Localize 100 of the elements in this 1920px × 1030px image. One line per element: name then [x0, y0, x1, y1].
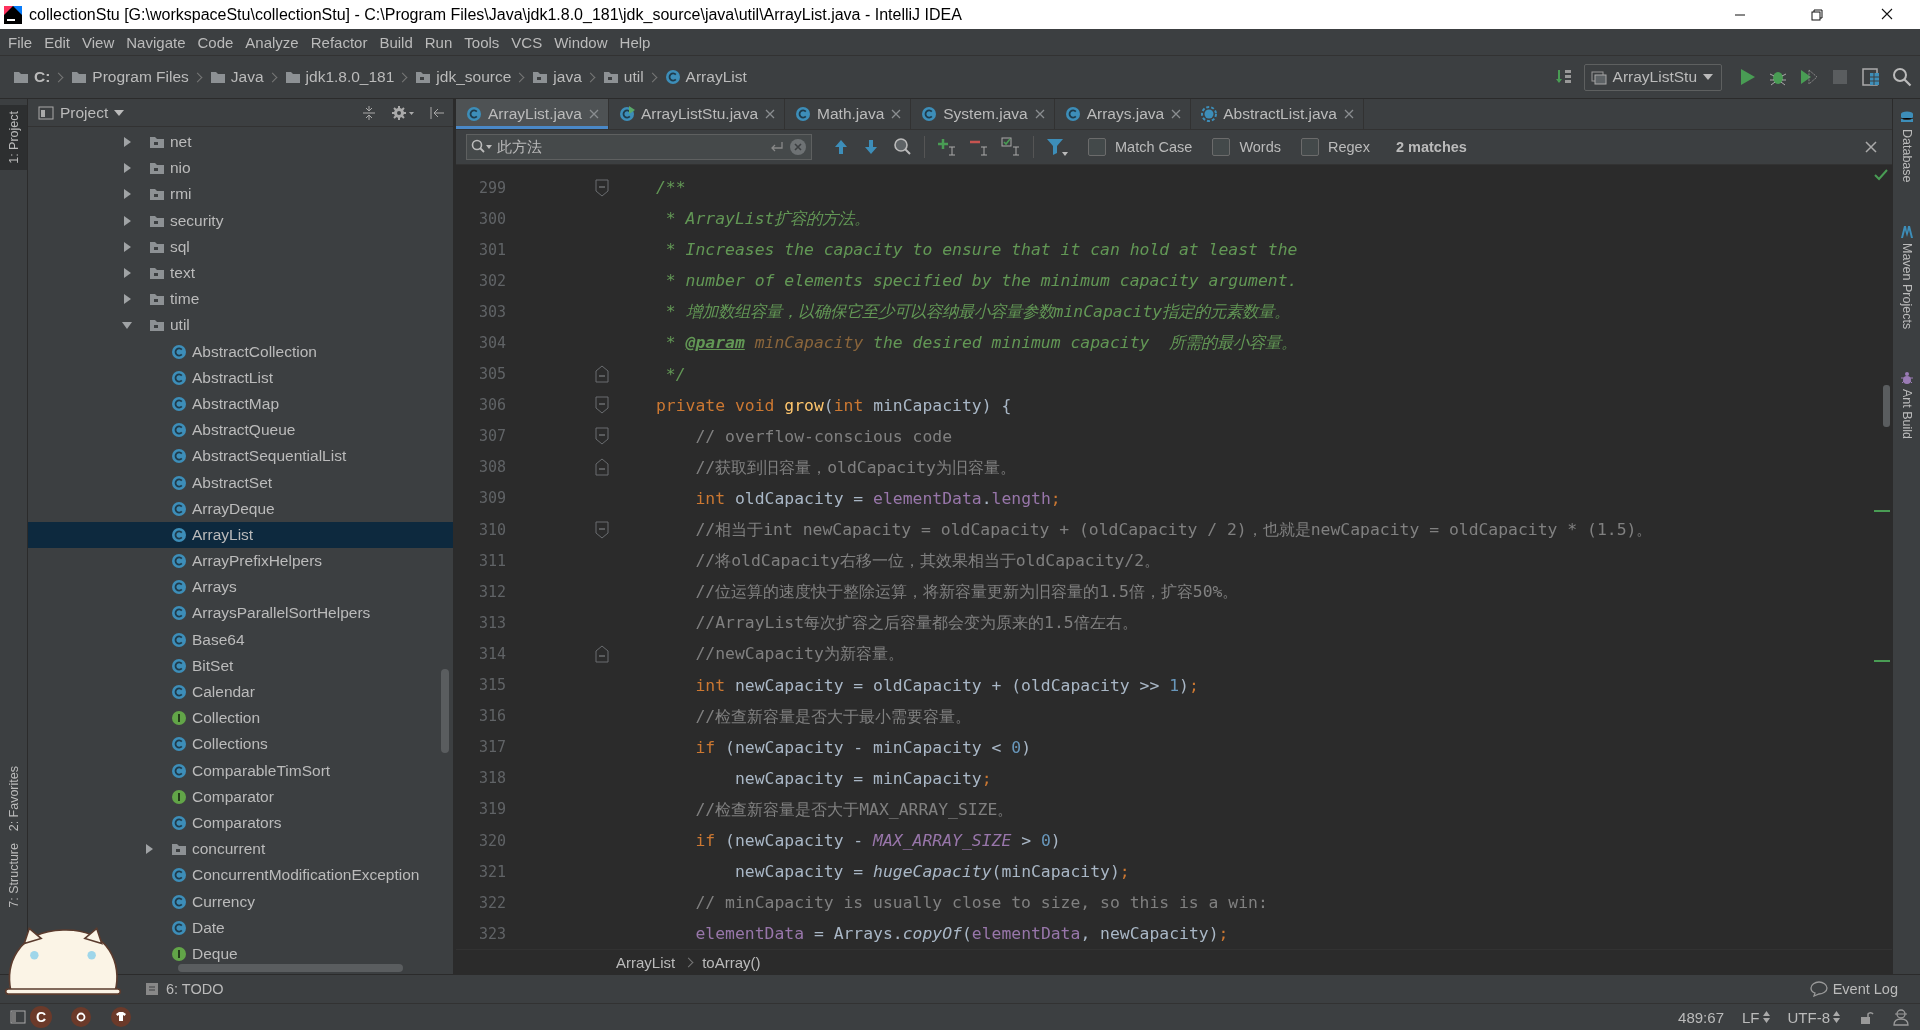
fold-icon[interactable]	[595, 396, 609, 415]
menu-item[interactable]: Build	[373, 33, 419, 51]
tree-item[interactable]: time	[121, 286, 453, 313]
path-segment[interactable]: jdk_source	[412, 68, 515, 86]
editor-tab[interactable]: Arrays.java	[1054, 99, 1192, 129]
add-occurrence-icon[interactable]	[937, 137, 957, 157]
menu-item[interactable]: Edit	[38, 33, 77, 51]
tree-item[interactable]: Date	[143, 914, 453, 941]
tool-window-tab[interactable]: Ant Build	[1893, 364, 1920, 445]
tree-item[interactable]: AbstractCollection	[143, 338, 453, 365]
unfold-icon[interactable]	[595, 644, 609, 663]
tree-item[interactable]: nio	[121, 155, 453, 182]
tree-item[interactable]: sql	[121, 233, 453, 260]
collapse-arrow-icon[interactable]	[121, 267, 133, 280]
menu-item[interactable]: VCS	[505, 33, 549, 51]
tree-item[interactable]: AbstractQueue	[143, 417, 453, 444]
tool-windows-icon[interactable]	[10, 1009, 26, 1025]
path-segment[interactable]: jdk1.8.0_181	[281, 68, 398, 86]
close-icon[interactable]	[890, 108, 903, 120]
tool-window-tab[interactable]: 7: Structure	[0, 837, 27, 914]
tree-item[interactable]: Deque	[143, 940, 453, 967]
collapse-arrow-icon[interactable]	[121, 162, 133, 175]
sort-icon[interactable]	[1554, 68, 1573, 86]
fold-icon[interactable]	[595, 520, 609, 539]
tree-item[interactable]: Collection	[143, 705, 453, 732]
tool-window-tab[interactable]: Database	[1893, 105, 1920, 189]
menu-item[interactable]: Navigate	[120, 33, 192, 51]
filter-icon[interactable]	[1046, 137, 1068, 157]
tree-item[interactable]: Arrays	[143, 574, 453, 601]
unfold-icon[interactable]	[595, 458, 609, 477]
collapse-arrow-icon[interactable]	[121, 188, 133, 201]
tree-item[interactable]: AbstractMap	[143, 390, 453, 418]
line-separator-selector[interactable]: LF	[1742, 1008, 1770, 1026]
tree-item[interactable]: AbstractList	[143, 364, 453, 391]
menu-item[interactable]: Window	[548, 33, 614, 51]
breadcrumb[interactable]: ArrayList	[616, 953, 676, 971]
path-segment[interactable]: ArrayList	[661, 68, 750, 86]
tree-item[interactable]: rmi	[121, 181, 453, 208]
lock-icon[interactable]	[1858, 1009, 1874, 1025]
tool-window-tab[interactable]: 1: Project	[0, 105, 27, 170]
encoding-selector[interactable]: UTF-8	[1787, 1008, 1840, 1026]
project-structure-icon[interactable]	[1861, 67, 1881, 87]
search-history-icon[interactable]	[471, 139, 493, 155]
editor-tab[interactable]: Math.java	[785, 99, 912, 129]
menu-item[interactable]: Code	[191, 33, 240, 51]
tree-item[interactable]: security	[121, 207, 453, 234]
close-icon[interactable]	[764, 108, 777, 120]
collapse-arrow-icon[interactable]	[121, 214, 133, 227]
tree-item[interactable]: Comparator	[143, 783, 453, 810]
tree-item[interactable]: concurrent	[143, 836, 453, 863]
run-configuration-dropdown[interactable]: ArrayListStu	[1583, 63, 1722, 91]
editor-tab[interactable]: ArrayListStu.java	[608, 99, 786, 129]
tree-item[interactable]: AbstractSequentialList	[143, 443, 453, 470]
collapse-arrow-icon[interactable]	[121, 293, 133, 306]
select-all-occurrences-icon[interactable]	[1001, 137, 1021, 157]
checkbox-option[interactable]: Regex	[1301, 138, 1370, 156]
collapse-all-icon[interactable]	[361, 104, 377, 121]
scrollbar-thumb[interactable]	[1883, 385, 1890, 427]
hide-icon[interactable]	[429, 104, 445, 121]
collapse-arrow-icon[interactable]	[143, 843, 155, 856]
clear-icon[interactable]	[789, 138, 807, 156]
tree-item[interactable]: net	[121, 129, 453, 156]
ring-icon[interactable]	[70, 1006, 92, 1028]
editor-tab[interactable]: AbstractList.java	[1191, 99, 1364, 129]
menu-item[interactable]: File	[2, 33, 39, 51]
coverage-icon[interactable]	[1799, 67, 1819, 87]
tool-window-tab[interactable]: 2: Favorites	[0, 760, 27, 838]
tool-window-tab[interactable]: Maven Projects	[1893, 218, 1920, 335]
path-segment[interactable]: Java	[206, 68, 267, 86]
checkbox-option[interactable]: Words	[1212, 138, 1281, 156]
close-icon[interactable]	[1033, 108, 1046, 120]
collapse-arrow-icon[interactable]	[121, 240, 133, 253]
close-icon[interactable]	[587, 108, 600, 120]
tree-item[interactable]: ArrayList	[28, 521, 453, 548]
tool-window-button[interactable]: Event Log	[1809, 981, 1898, 997]
tree-item[interactable]: Calendar	[143, 678, 453, 706]
arrow-up-icon[interactable]	[832, 138, 850, 156]
scrollbar-thumb[interactable]	[441, 669, 449, 753]
path-segment[interactable]: C:	[10, 68, 54, 86]
tree-item[interactable]: ComparableTimSort	[143, 757, 453, 784]
scrollbar-thumb[interactable]	[178, 964, 403, 972]
menu-item[interactable]: View	[76, 33, 121, 51]
tree-item[interactable]: Collections	[143, 731, 453, 758]
search-icon[interactable]	[1892, 67, 1912, 87]
tree-item[interactable]: Base64	[143, 626, 453, 653]
close-icon[interactable]	[1170, 108, 1183, 120]
menu-item[interactable]: Refactor	[304, 33, 374, 51]
fold-icon[interactable]	[595, 178, 609, 197]
menu-item[interactable]: Tools	[458, 33, 506, 51]
status-badge[interactable]: C	[30, 1006, 52, 1028]
path-segment[interactable]: java	[529, 68, 585, 86]
settings-icon[interactable]	[391, 104, 415, 121]
menu-item[interactable]: Run	[418, 33, 459, 51]
collapse-arrow-icon[interactable]	[121, 136, 133, 149]
checkbox-option[interactable]: Match Case	[1088, 138, 1193, 156]
tool-window-button[interactable]: 6: TODO	[145, 981, 224, 997]
arrow-down-icon[interactable]	[862, 138, 880, 156]
close-icon[interactable]	[1864, 140, 1878, 154]
fold-icon[interactable]	[595, 427, 609, 446]
tree-item[interactable]: ArraysParallelSortHelpers	[143, 600, 453, 627]
